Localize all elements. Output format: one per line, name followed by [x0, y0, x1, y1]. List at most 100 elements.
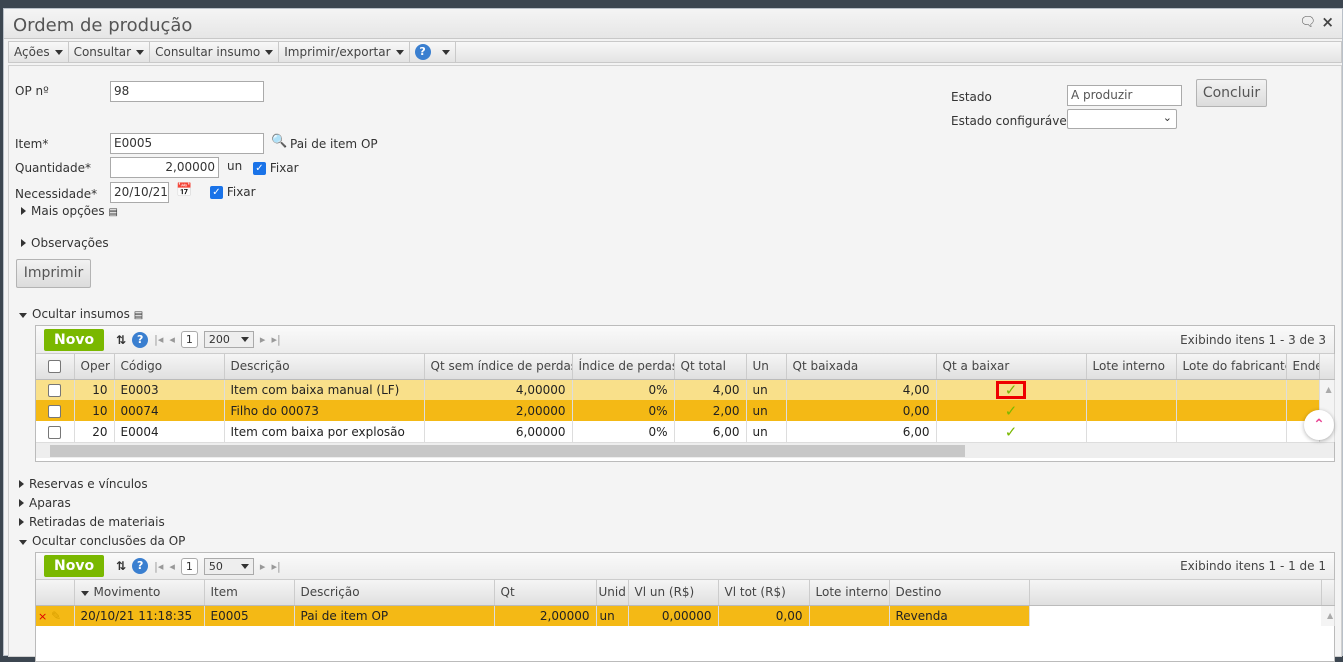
scroll-up-icon[interactable]: ▲ [1319, 379, 1335, 400]
more-options-label: Mais opções [31, 204, 105, 218]
menu-consultar-insumo[interactable]: Consultar insumo [150, 42, 280, 62]
dropdown-icon [240, 563, 249, 569]
checkmark-icon[interactable]: ✓ [1005, 423, 1018, 441]
prev-page-icon[interactable]: ◂ [169, 560, 175, 573]
column-header[interactable]: Un [746, 354, 787, 380]
first-page-icon[interactable]: |◂ [154, 560, 163, 573]
delete-icon[interactable]: × [38, 610, 47, 623]
page-number-input[interactable]: 1 [180, 557, 198, 575]
column-header-movimento[interactable]: Movimento [74, 580, 205, 606]
refresh-icon[interactable]: ⇅ [116, 333, 126, 347]
scrollbar-thumb[interactable] [50, 445, 965, 457]
menu-imprimir-exportar[interactable]: Imprimir/exportar [279, 42, 410, 62]
menu-help[interactable]: ? [410, 42, 456, 62]
cell-qt-a-baixar[interactable]: ✓ [936, 400, 1087, 421]
column-header[interactable]: Lote interno [1086, 354, 1177, 380]
cell-qt-total: 6,00 [674, 421, 747, 442]
column-header[interactable]: Unid [596, 580, 629, 606]
column-header[interactable]: Qt [494, 580, 597, 606]
table-row[interactable]: × ✎ 20/10/21 11:18:35 E0005 Pai de item … [36, 605, 1335, 626]
select-all-checkbox[interactable] [36, 354, 75, 380]
clickup-widget-icon[interactable]: ⌃ [1304, 410, 1334, 440]
column-header[interactable]: Qt baixada [786, 354, 937, 380]
cell-description: Item com baixa por explosão [224, 421, 425, 442]
column-header[interactable]: Item [204, 580, 295, 606]
fix-date-checkbox[interactable]: ✓ Fixar [210, 185, 256, 199]
scroll-up-icon[interactable]: ▲ [1321, 605, 1335, 626]
refresh-icon[interactable]: ⇅ [116, 559, 126, 573]
header-spacer [1321, 580, 1335, 606]
observations-toggle[interactable]: Observações [21, 236, 109, 250]
row-checkbox[interactable] [36, 421, 75, 442]
print-button[interactable]: Imprimir [16, 259, 91, 288]
help-icon[interactable]: ? [132, 558, 149, 574]
reservations-toggle[interactable]: Reservas e vínculos [19, 477, 148, 491]
need-date-input[interactable]: 20/10/21 [110, 182, 169, 203]
menu-consultar[interactable]: Consultar [69, 42, 151, 62]
quantity-input[interactable]: 2,00000 [110, 157, 219, 178]
dropdown-icon [136, 49, 145, 55]
new-input-button[interactable]: Novo [44, 328, 105, 351]
row-checkbox[interactable] [36, 379, 75, 400]
material-withdrawals-toggle[interactable]: Retiradas de materiais [19, 515, 165, 529]
cell-qt-a-baixar[interactable]: ✓ [936, 379, 1087, 400]
next-page-icon[interactable]: ▸ [260, 333, 266, 346]
prev-page-icon[interactable]: ◂ [169, 333, 175, 346]
form-content: OP nº 98 Item* E0005 🔍 Pai de item OP Qu… [8, 65, 1342, 662]
checkmark-icon[interactable]: ✓ [995, 380, 1027, 399]
column-header[interactable]: Ende [1286, 354, 1320, 380]
first-page-icon[interactable]: |◂ [154, 333, 163, 346]
column-header[interactable]: Qt total [674, 354, 747, 380]
help-icon[interactable]: ? [132, 331, 149, 348]
hide-conclusions-toggle[interactable]: Ocultar conclusões da OP [19, 534, 185, 548]
cell-qt-a-baixar[interactable]: ✓ [936, 421, 1087, 442]
search-icon[interactable]: 🔍 [271, 134, 287, 149]
column-header[interactable]: Qt a baixar [936, 354, 1087, 380]
column-header[interactable]: Índice de perdas [572, 354, 675, 380]
cell-unid: un [596, 605, 629, 626]
comment-icon[interactable]: 🗨 [1299, 15, 1316, 30]
column-header[interactable]: Código [114, 354, 225, 380]
cell-un: un [746, 379, 787, 400]
table-row[interactable]: 10 00074 Filho do 00073 2,00000 0% 2,00 … [36, 400, 1335, 421]
new-conclusion-button[interactable]: Novo [44, 555, 105, 577]
horizontal-scrollbar[interactable] [36, 442, 1334, 458]
production-order-window: Ordem de produção 🗨 × Ações Consultar Co… [3, 8, 1343, 662]
item-input[interactable]: E0005 [110, 133, 264, 154]
calendar-icon[interactable]: 📅 [176, 183, 192, 198]
cell-vl-tot: 0,00 [718, 605, 810, 626]
configurable-state-select[interactable]: ⌄ [1067, 109, 1177, 129]
last-page-icon[interactable]: ▸| [271, 333, 280, 346]
column-header[interactable]: Qt sem índice de perdas [424, 354, 573, 380]
edit-icon[interactable]: ✎ [51, 609, 61, 623]
conclude-button[interactable]: Concluir [1196, 79, 1267, 107]
menu-acoes[interactable]: Ações [9, 42, 69, 62]
column-header[interactable]: Lote do fabricante [1176, 354, 1287, 380]
checkmark-icon[interactable]: ✓ [1005, 402, 1018, 420]
close-icon[interactable]: × [1321, 13, 1334, 31]
page-number-input[interactable]: 1 [180, 331, 198, 348]
cell-indice: 0% [572, 379, 675, 400]
table-row[interactable]: 10 E0003 Item com baixa manual (LF) 4,00… [36, 379, 1335, 400]
column-header[interactable]: Descrição [224, 354, 425, 380]
column-header[interactable]: Oper [74, 354, 115, 380]
op-number-input[interactable]: 98 [110, 81, 264, 102]
column-header[interactable]: Vl tot (R$) [718, 580, 810, 606]
hide-inputs-label: Ocultar insumos [32, 307, 130, 321]
fix-quantity-checkbox[interactable]: ✓ Fixar [253, 161, 299, 175]
dropdown-icon [441, 49, 450, 55]
more-options-toggle[interactable]: Mais opções ▤ [21, 204, 118, 218]
column-header[interactable]: Descrição [294, 580, 495, 606]
last-page-icon[interactable]: ▸| [271, 560, 280, 573]
hide-inputs-toggle[interactable]: Ocultar insumos ▤ [19, 307, 143, 321]
column-header[interactable]: Lote interno [809, 580, 890, 606]
column-header[interactable]: Destino [889, 580, 1030, 606]
scraps-toggle[interactable]: Aparas [19, 496, 71, 510]
cell-code: E0004 [114, 421, 225, 442]
table-row[interactable]: 20 E0004 Item com baixa por explosão 6,0… [36, 421, 1335, 442]
column-header[interactable]: Vl un (R$) [628, 580, 719, 606]
next-page-icon[interactable]: ▸ [260, 560, 266, 573]
page-size-select[interactable]: 50 [203, 557, 254, 575]
row-checkbox[interactable] [36, 400, 75, 421]
page-size-select[interactable]: 200 [203, 331, 254, 348]
